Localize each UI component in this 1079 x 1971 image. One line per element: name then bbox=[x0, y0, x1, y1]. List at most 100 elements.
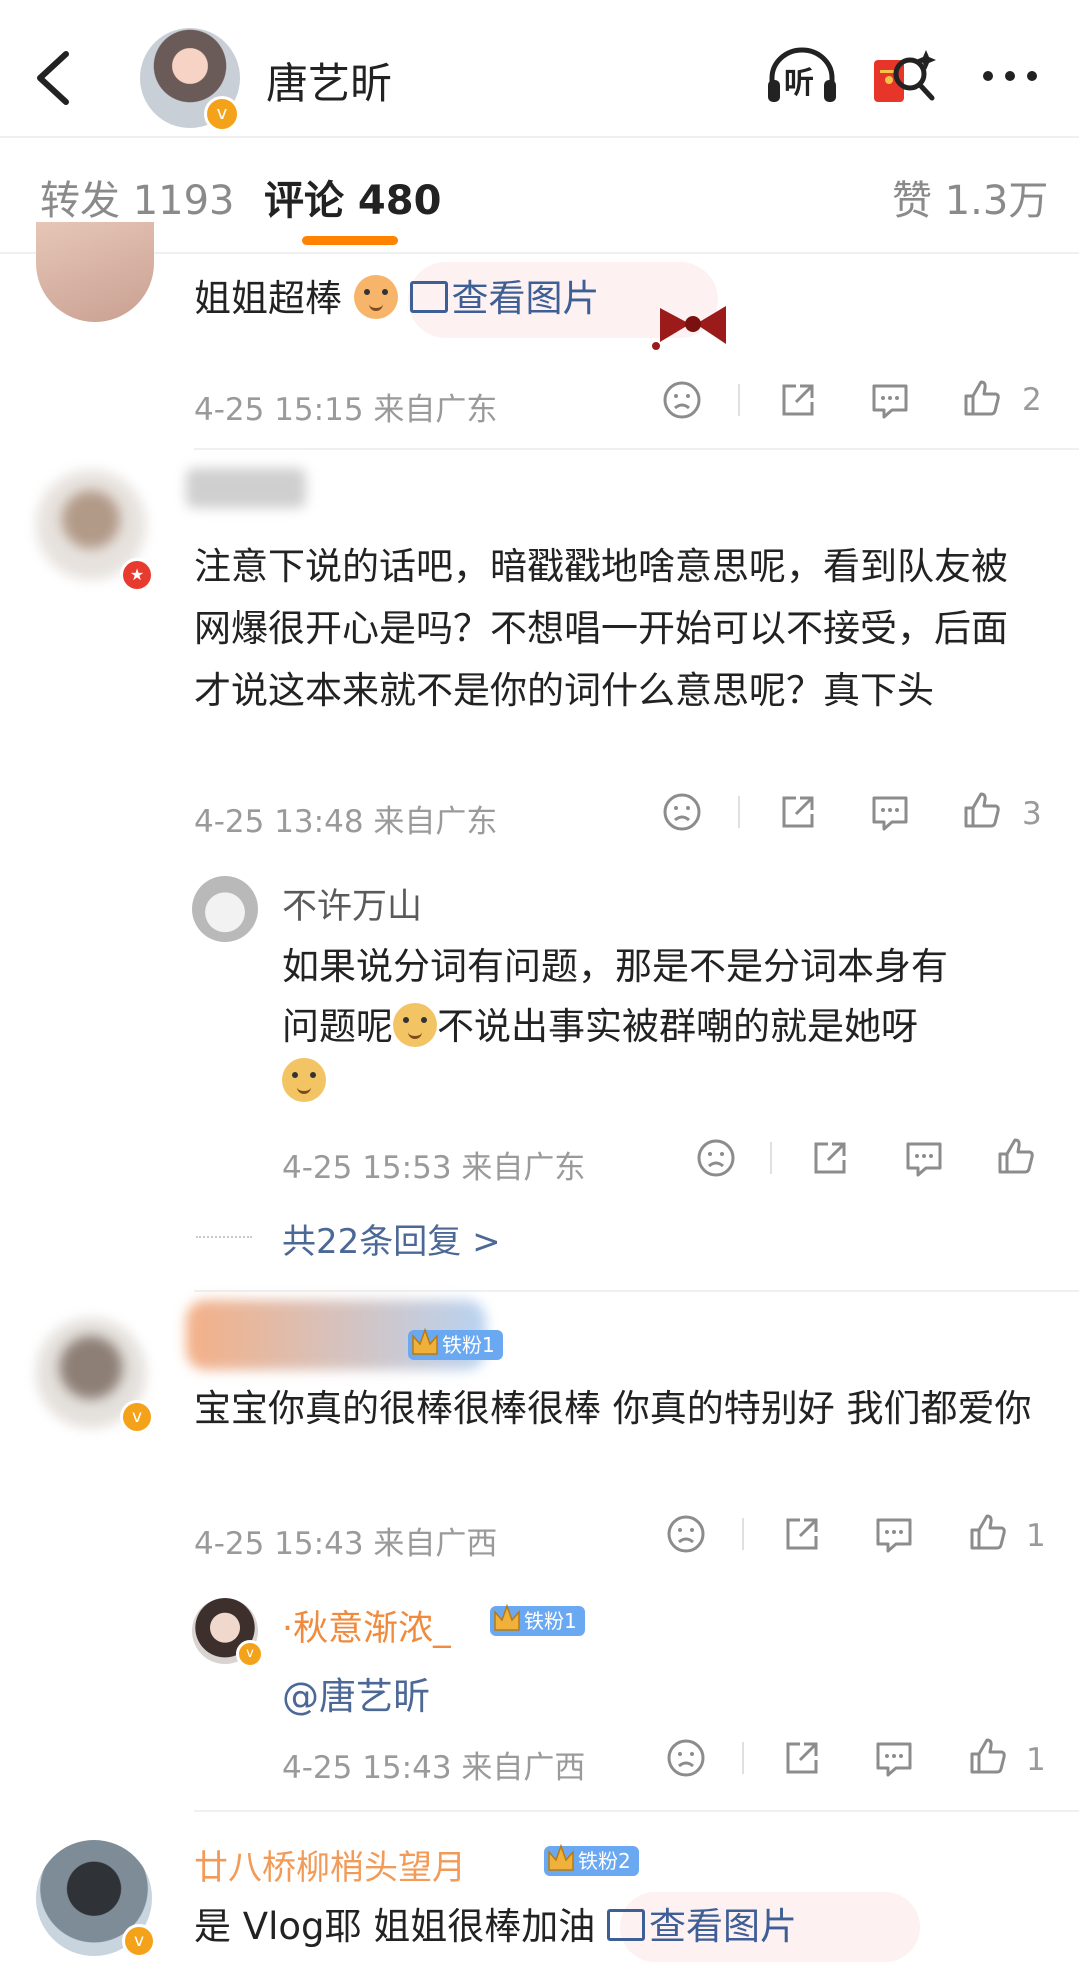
action-divider bbox=[742, 1742, 744, 1774]
comment-bubble-icon bbox=[872, 384, 908, 419]
active-tab-indicator bbox=[302, 236, 398, 245]
like-button[interactable] bbox=[996, 1136, 1036, 1176]
listen-button[interactable]: 听 bbox=[764, 46, 836, 106]
bow-decoration-icon bbox=[650, 298, 736, 352]
frown-face-icon bbox=[697, 1139, 735, 1177]
dislike-button[interactable] bbox=[666, 1514, 706, 1554]
share-button[interactable] bbox=[782, 1514, 822, 1554]
comment-body: 宝宝你真的很棒很棒很棒 你真的特别好 我们都爱你 bbox=[194, 1387, 1032, 1430]
reply-button[interactable] bbox=[904, 1140, 944, 1178]
profile-name[interactable]: 唐艺昕 bbox=[266, 50, 392, 111]
comment-divider bbox=[194, 1810, 1079, 1812]
fan-badge-label: 铁粉1 bbox=[442, 1333, 495, 1357]
like-count: 1 bbox=[1026, 1518, 1046, 1554]
verified-badge-icon: ★ bbox=[120, 558, 154, 592]
share-button[interactable] bbox=[782, 1738, 822, 1778]
reply-meta: 4-25 15:53 来自广东 bbox=[282, 1150, 586, 1186]
like-button[interactable] bbox=[962, 378, 1002, 418]
thumbs-up-icon bbox=[970, 1514, 1006, 1550]
mention-link[interactable]: @唐艺昕 bbox=[282, 1666, 430, 1720]
fan-badge-label: 铁粉2 bbox=[578, 1849, 631, 1873]
dislike-button[interactable] bbox=[662, 792, 702, 832]
verified-badge-icon: v bbox=[120, 1400, 154, 1434]
thumbs-up-icon bbox=[998, 1138, 1034, 1174]
thumbs-up-icon bbox=[964, 792, 1000, 828]
tab-repost[interactable]: 转发 1193 bbox=[40, 168, 235, 226]
reply-text-line-3 bbox=[282, 1058, 326, 1102]
fan-badge: 铁粉1 bbox=[408, 1327, 503, 1360]
red-packet-search-icon bbox=[874, 50, 936, 102]
reply-thread-line bbox=[196, 1236, 252, 1238]
like-button[interactable] bbox=[968, 1512, 1008, 1552]
action-divider bbox=[770, 1142, 772, 1174]
reply-button[interactable] bbox=[874, 1516, 914, 1554]
more-dots-icon bbox=[983, 71, 1037, 81]
comment-body: 是 Vlog耶 姐姐很棒加油 bbox=[194, 1905, 596, 1948]
comment-text: 是 Vlog耶 姐姐很棒加油 查看图片 bbox=[194, 1896, 797, 1958]
like-count: 3 bbox=[1022, 796, 1042, 832]
thumbs-up-icon bbox=[970, 1738, 1006, 1774]
comment-body: 注意下说的话吧，暗戳戳地啥意思呢，看到队友被网爆很开心是吗？不想唱一开始可以不接… bbox=[194, 545, 1008, 712]
image-icon bbox=[607, 1909, 646, 1941]
share-icon bbox=[782, 796, 814, 828]
share-button[interactable] bbox=[810, 1138, 850, 1178]
more-options-button[interactable] bbox=[976, 46, 1046, 106]
reply-username[interactable]: ·秋意渐浓_ bbox=[282, 1600, 451, 1651]
frown-face-icon bbox=[663, 381, 701, 419]
comment-bubble-icon bbox=[876, 1742, 912, 1777]
back-arrow-icon bbox=[37, 51, 69, 105]
share-icon bbox=[786, 1742, 818, 1774]
comment-meta: 4-25 15:43 来自广西 bbox=[194, 1526, 498, 1562]
avatar[interactable] bbox=[36, 222, 154, 322]
fan-badge-label: 铁粉1 bbox=[524, 1609, 577, 1633]
dislike-button[interactable] bbox=[666, 1738, 706, 1778]
view-image-label: 查看图片 bbox=[451, 277, 600, 320]
commenter-name[interactable]: 廿八桥柳梢头望月 bbox=[194, 1840, 466, 1889]
action-divider bbox=[738, 384, 740, 416]
obscured-username[interactable] bbox=[186, 468, 306, 508]
image-icon bbox=[409, 281, 448, 313]
dislike-button[interactable] bbox=[696, 1138, 736, 1178]
share-icon bbox=[786, 1518, 818, 1550]
comment-divider bbox=[194, 448, 1079, 450]
tab-comments[interactable]: 评论 480 bbox=[264, 168, 441, 226]
tab-likes[interactable]: 赞 1.3万 bbox=[892, 168, 1048, 226]
reply-username[interactable]: 不许万山 bbox=[282, 878, 422, 929]
view-all-replies-link[interactable]: 共22条回复 > bbox=[282, 1214, 501, 1263]
share-button[interactable] bbox=[778, 380, 818, 420]
reply-meta: 4-25 15:43 来自广西 bbox=[282, 1750, 586, 1786]
action-divider bbox=[742, 1518, 744, 1550]
frown-face-icon bbox=[667, 1739, 705, 1777]
like-button[interactable] bbox=[968, 1736, 1008, 1776]
crown-icon bbox=[548, 1843, 574, 1871]
doge-emoji-icon bbox=[393, 1003, 437, 1047]
dislike-button[interactable] bbox=[662, 380, 702, 420]
frown-face-icon bbox=[663, 793, 701, 831]
comment-bubble-icon bbox=[876, 1518, 912, 1553]
like-button[interactable] bbox=[962, 790, 1002, 830]
thumbs-up-icon bbox=[964, 380, 1000, 416]
red-packet-search-button[interactable] bbox=[872, 46, 942, 106]
reply-text-line-2: 问题呢 不说出事实被群嘲的就是她呀 bbox=[282, 996, 918, 1058]
like-count: 1 bbox=[1026, 1742, 1046, 1778]
share-button[interactable] bbox=[778, 792, 818, 832]
reply-avatar[interactable] bbox=[192, 876, 258, 942]
frown-face-icon bbox=[667, 1515, 705, 1553]
view-image-link[interactable]: 查看图片 bbox=[409, 277, 600, 320]
reply-text-part-a: 问题呢 bbox=[282, 1005, 393, 1048]
back-button[interactable] bbox=[28, 48, 78, 108]
comment-bubble-icon bbox=[906, 1142, 942, 1177]
share-icon bbox=[814, 1142, 846, 1174]
crown-icon bbox=[494, 1603, 520, 1631]
comment-body: 姐姐超棒 bbox=[194, 277, 342, 320]
view-image-link[interactable]: 查看图片 bbox=[607, 1905, 797, 1948]
reply-button[interactable] bbox=[870, 794, 910, 832]
comment-text: 姐姐超棒 查看图片 bbox=[194, 268, 600, 330]
doge-emoji-icon bbox=[282, 1058, 326, 1102]
share-icon bbox=[782, 384, 814, 416]
fan-badge: 铁粉1 bbox=[490, 1603, 585, 1636]
tabs-divider bbox=[0, 252, 1079, 254]
verified-badge-icon: v bbox=[122, 1924, 156, 1958]
reply-button[interactable] bbox=[874, 1740, 914, 1778]
reply-button[interactable] bbox=[870, 382, 910, 420]
